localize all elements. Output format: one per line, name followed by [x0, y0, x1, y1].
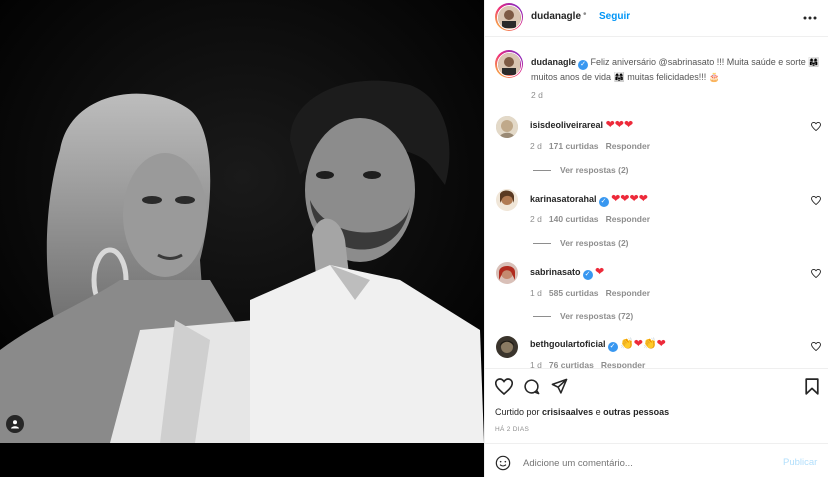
- comment-likes[interactable]: 171 curtidas: [549, 141, 599, 151]
- comment-meta: 1 d 585 curtidas Responder: [530, 288, 650, 298]
- follow-button[interactable]: Seguir: [599, 11, 630, 22]
- view-replies-button[interactable]: Ver respostas (2): [533, 238, 629, 248]
- post-details-panel: dudanagle • Seguir dudanagle ✓ Feliz aniv…: [484, 0, 828, 477]
- comment-time: 2 d: [530, 141, 542, 151]
- heart-outline-icon: [811, 122, 821, 131]
- like-button[interactable]: [494, 378, 514, 397]
- heart-outline-icon: [811, 196, 821, 205]
- comment-username[interactable]: sabrinasato: [530, 267, 581, 277]
- comment-avatar[interactable]: [496, 262, 518, 284]
- comment-likes[interactable]: 140 curtidas: [549, 214, 599, 224]
- more-options-button[interactable]: [803, 12, 817, 22]
- reply-divider-line: [533, 170, 551, 172]
- view-replies-button[interactable]: Ver respostas (2): [533, 165, 629, 175]
- comment-bubble-icon: [524, 379, 540, 395]
- comment-text: ❤: [595, 266, 605, 278]
- comment-3: sabrinasato ✓ ❤: [530, 265, 604, 280]
- comment-username[interactable]: karinasatorahal: [530, 194, 597, 204]
- comment-avatar[interactable]: [496, 116, 518, 138]
- comment-text: ❤❤❤❤: [611, 193, 648, 205]
- avatar-image: [496, 262, 518, 284]
- publish-button[interactable]: Publicar: [783, 457, 817, 468]
- view-replies-button[interactable]: Ver respostas (72): [533, 311, 633, 321]
- avatar-image: [497, 52, 520, 76]
- reply-divider-line: [533, 316, 551, 318]
- liked-by-and: e: [595, 407, 601, 417]
- reply-button[interactable]: Responder: [606, 288, 650, 298]
- comment-input[interactable]: [523, 454, 763, 472]
- verified-badge-icon: ✓: [582, 270, 593, 280]
- comment-4: bethgoulartoficial ✓ 👏❤👏❤: [530, 337, 666, 352]
- liked-by-others[interactable]: outras pessoas: [603, 407, 669, 417]
- caption-username[interactable]: dudanagle: [531, 57, 576, 67]
- comment-likes[interactable]: 76 curtidas: [549, 360, 594, 368]
- header-separator: •: [583, 9, 587, 20]
- avatar-image: [496, 189, 518, 211]
- verified-badge-icon: ✓: [607, 342, 618, 352]
- comment-text: ❤❤❤: [605, 119, 634, 131]
- photo-bottom-band: [0, 443, 484, 477]
- smiley-icon: [495, 455, 511, 471]
- comment-1: isisdeoliveirareal ❤❤❤: [530, 118, 633, 131]
- caption: dudanagle ✓ Feliz aniversário @sabrinasat…: [531, 55, 821, 84]
- heart-outline-icon: [494, 378, 514, 396]
- liked-by: Curtido por crisisaalves e outras pessoa…: [495, 407, 669, 417]
- reply-button[interactable]: Responder: [606, 214, 650, 224]
- verified-badge-icon: ✓: [578, 60, 589, 70]
- avatar-image: [497, 5, 520, 29]
- actions-divider: [485, 368, 828, 369]
- paper-plane-icon: [551, 378, 568, 394]
- reply-button[interactable]: Responder: [606, 141, 650, 151]
- reply-divider-line: [533, 243, 551, 245]
- comment-username[interactable]: bethgoulartoficial: [530, 339, 606, 349]
- caption-avatar[interactable]: [495, 50, 523, 78]
- comment-like-button[interactable]: [811, 196, 821, 205]
- verified-badge-icon: ✓: [598, 197, 609, 207]
- avatar-image: [496, 336, 518, 358]
- liked-by-prefix: Curtido por: [495, 407, 540, 417]
- composer-divider: [485, 443, 828, 444]
- author-username[interactable]: dudanagle: [531, 11, 581, 22]
- caption-time: 2 d: [531, 90, 543, 100]
- person-icon: [11, 420, 19, 429]
- bookmark-icon: [805, 378, 819, 395]
- comment-time: 2 d: [530, 214, 542, 224]
- comment-avatar[interactable]: [496, 189, 518, 211]
- heart-outline-icon: [811, 269, 821, 278]
- comment-meta: 2 d 171 curtidas Responder: [530, 141, 650, 151]
- heart-outline-icon: [811, 342, 821, 351]
- comment-avatar[interactable]: [496, 336, 518, 358]
- comment-2: karinasatorahal ✓ ❤❤❤❤: [530, 192, 648, 207]
- comment-like-button[interactable]: [811, 269, 821, 278]
- comment-likes[interactable]: 585 curtidas: [549, 288, 599, 298]
- comment-time: 1 d: [530, 288, 542, 298]
- post-photo[interactable]: [0, 0, 484, 443]
- share-button[interactable]: [551, 378, 568, 397]
- comment-time: 1 d: [530, 360, 542, 368]
- comment-text: 👏❤👏❤: [620, 338, 666, 350]
- avatar-image: [496, 116, 518, 138]
- emoji-button[interactable]: [495, 455, 511, 473]
- user-tag-button[interactable]: [6, 415, 24, 433]
- comment-button[interactable]: [523, 378, 540, 397]
- author-avatar[interactable]: [495, 3, 523, 31]
- comment-username[interactable]: isisdeoliveirareal: [530, 120, 603, 130]
- more-horizontal-icon: [803, 16, 817, 20]
- comment-like-button[interactable]: [811, 342, 821, 351]
- comment-meta: 2 d 140 curtidas Responder: [530, 214, 650, 224]
- reply-button[interactable]: Responder: [601, 360, 645, 368]
- comment-4-clip: bethgoulartoficial ✓ 👏❤👏❤ 1 d 76 curtidas…: [485, 330, 828, 368]
- comment-like-button[interactable]: [811, 122, 821, 131]
- liked-by-user[interactable]: crisisaalves: [542, 407, 593, 417]
- comment-meta: 1 d 76 curtidas Responder: [530, 360, 645, 368]
- save-button[interactable]: [805, 378, 819, 397]
- photo-illustration: [0, 0, 484, 443]
- header-divider: [485, 36, 828, 37]
- post-date[interactable]: HÁ 2 DIAS: [495, 426, 529, 433]
